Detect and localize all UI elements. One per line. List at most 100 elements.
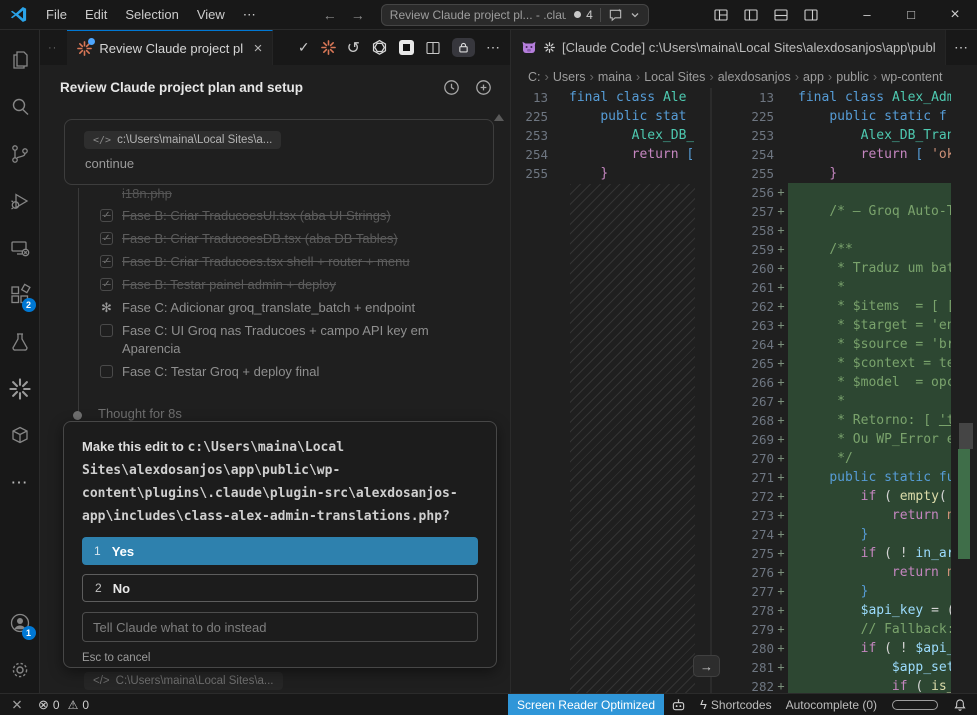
scroll-up-icon[interactable] (494, 114, 504, 121)
undo-icon[interactable]: ↺ (347, 38, 360, 58)
run-debug-icon[interactable] (0, 177, 40, 224)
code-text: if ( empty( $ (788, 487, 951, 506)
edit-confirmation-dialog: Make this edit to c:\Users\maina\LocalSi… (63, 421, 497, 668)
more-actions-icon[interactable]: ⋯ (946, 39, 977, 56)
added-plus: + (774, 506, 788, 525)
chat-icon[interactable] (608, 7, 623, 22)
minimize-button[interactable]: – (845, 0, 889, 29)
yes-button[interactable]: 1 Yes (82, 537, 478, 565)
task-item-overflow: i18n.php (122, 186, 172, 201)
no-button[interactable]: 2 No (82, 574, 478, 602)
pill-outline-icon[interactable] (892, 700, 938, 710)
scrollbar[interactable] (951, 88, 977, 693)
code-text: return [ (569, 145, 694, 164)
more-actions-icon[interactable]: ⋯ (486, 39, 501, 56)
code-text: */ (788, 449, 951, 468)
openai-icon[interactable] (371, 39, 388, 56)
scrollbar-thumb[interactable] (959, 423, 973, 449)
error-count: 0 (53, 698, 60, 712)
remote-explorer-icon[interactable] (0, 224, 40, 271)
menu-item[interactable]: View (188, 4, 234, 25)
square-box-icon[interactable] (399, 40, 414, 55)
tab-review-claude-plan[interactable]: Review Claude project pl... × (67, 30, 273, 65)
claude-extension-icon[interactable] (0, 365, 40, 412)
code-line: 255 } (712, 164, 977, 183)
shortcodes-status[interactable]: ϟ Shortcodes (693, 694, 779, 715)
breadcrumb-item[interactable]: wp-content (881, 70, 942, 84)
settings-gear-icon[interactable] (0, 646, 40, 693)
code-text: } (788, 164, 951, 183)
explorer-icon[interactable] (0, 36, 40, 83)
problems-indicator[interactable]: ⊗ 0 ⚠ 0 (31, 694, 96, 715)
line-number: 268 (712, 411, 774, 430)
testing-icon[interactable] (0, 318, 40, 365)
menu-item[interactable]: Selection (116, 4, 187, 25)
code-text: } (788, 525, 951, 544)
breadcrumb-item[interactable]: public (836, 70, 869, 84)
context-file-chip[interactable]: </> c:\Users\maina\Local Sites\a... (84, 131, 281, 149)
more-actions-icon[interactable]: ⋯ (0, 459, 40, 506)
diff-original-pane[interactable]: 13final class Ale225 public stat253 Alex… (515, 88, 710, 693)
toggle-sidebar-icon[interactable] (743, 7, 759, 23)
warning-count: 0 (82, 698, 89, 712)
breadcrumb-item[interactable]: alexdosanjos (718, 70, 791, 84)
tab-overflow[interactable]: ·· (40, 42, 67, 54)
chevron-down-icon[interactable] (630, 10, 640, 20)
code-line: 260+ * Traduz um batc (712, 259, 977, 278)
line-number: 281 (712, 658, 774, 677)
close-button[interactable]: × (933, 0, 977, 29)
diff-revert-arrow-button[interactable]: → (693, 655, 720, 677)
autocomplete-status[interactable]: Autocomplete (0) (779, 694, 884, 715)
screen-reader-status[interactable]: Screen Reader Optimized (508, 694, 664, 715)
breadcrumb-item[interactable]: Local Sites (644, 70, 705, 84)
warning-icon: ⚠ (68, 698, 79, 712)
history-clock-icon[interactable] (443, 79, 460, 96)
source-control-icon[interactable] (0, 130, 40, 177)
status-bar: ⊗ 0 ⚠ 0 Screen Reader Optimized ϟ Shortc… (0, 693, 977, 715)
extensions-icon[interactable]: 2 (0, 271, 40, 318)
modified-dot-icon (88, 38, 95, 45)
package-icon[interactable] (0, 412, 40, 459)
forward-icon[interactable]: → (351, 7, 365, 23)
notifications-bell-icon[interactable] (946, 694, 977, 715)
back-icon[interactable]: ← (323, 7, 337, 23)
accept-check-icon[interactable]: ✓ (298, 39, 310, 56)
vscode-window: FileEditSelectionView⋯ ← → Review Claude… (0, 0, 977, 715)
robot-icon[interactable] (664, 694, 693, 715)
menu-item[interactable]: Edit (76, 4, 116, 25)
toggle-panel-icon[interactable] (773, 7, 789, 23)
maximize-button[interactable]: □ (889, 0, 933, 29)
line-number: 256 (712, 183, 774, 202)
breadcrumb-item[interactable]: app (803, 70, 824, 84)
breadcrumb-item[interactable]: Users (553, 70, 586, 84)
added-plus: + (774, 297, 788, 316)
remote-indicator[interactable] (0, 694, 31, 715)
menu-item[interactable]: File (37, 4, 76, 25)
accounts-icon[interactable]: 1 (0, 599, 40, 646)
tab-claude-code-file[interactable]: [Claude Code] c:\Users\maina\Local Sites… (511, 30, 946, 65)
menu-item[interactable]: ⋯ (234, 4, 265, 26)
code-text: * $model = opci (788, 373, 951, 392)
split-editor-icon[interactable] (425, 40, 441, 56)
code-text: * $source = 'br' (788, 335, 951, 354)
command-center[interactable]: Review Claude project pl... - .claude - … (381, 4, 649, 26)
code-line: 277+ } (712, 582, 977, 601)
new-chat-icon[interactable] (475, 79, 492, 96)
diff-modified-pane[interactable]: 13final class Alex_Adm225 public static … (712, 88, 977, 693)
close-tab-icon[interactable]: × (254, 40, 263, 57)
customize-layout-icon[interactable] (713, 7, 729, 23)
breadcrumb-item[interactable]: maina (598, 70, 632, 84)
breadcrumb-item[interactable]: C: (528, 70, 541, 84)
code-text: $app_sett (788, 658, 951, 677)
chat-input-context-chip[interactable]: </> C:\Users\maina\Local Sites\a... (84, 672, 283, 690)
claude-action-icon[interactable] (321, 40, 336, 55)
code-text: // Fallback: (788, 620, 951, 639)
line-number: 262 (712, 297, 774, 316)
search-icon[interactable] (0, 83, 40, 130)
code-line: 267+ * (712, 392, 977, 411)
feedback-input[interactable] (82, 612, 478, 642)
code-line: 282+ if ( is_a (712, 677, 977, 693)
lock-icon[interactable] (452, 38, 475, 57)
code-line: 273+ return ne (712, 506, 977, 525)
toggle-secondary-sidebar-icon[interactable] (803, 7, 819, 23)
